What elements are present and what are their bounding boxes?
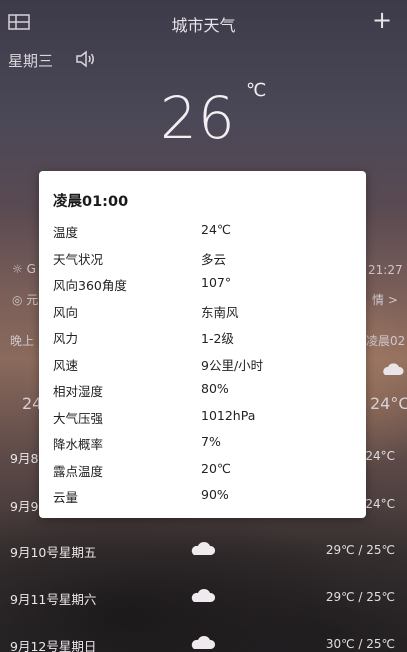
detail-value: 80%	[201, 381, 229, 396]
current-temperature: 26	[160, 84, 236, 152]
top-bar: 城市天气 +	[0, 0, 407, 46]
temperature-unit: ℃	[246, 80, 267, 101]
forecast-day: 9月10号星期五	[10, 545, 97, 560]
detail-key: 云量	[53, 490, 79, 505]
forecast-row[interactable]: 9月12号星期日 30℃ / 25℃	[0, 630, 407, 652]
forecast-day: 9月12号星期日	[10, 639, 97, 652]
detail-value: 7%	[201, 434, 221, 449]
detail-key: 风向	[53, 304, 79, 320]
bg-details-link: 情 >	[372, 293, 398, 307]
detail-row: 风速 9公里/小时	[39, 351, 366, 377]
cloud-icon	[191, 636, 215, 649]
detail-row: 风向360角度 107°	[39, 271, 366, 297]
page-title: 城市天气	[171, 16, 236, 35]
detail-row: 相对湿度 80%	[39, 377, 366, 403]
detail-key: 温度	[53, 225, 79, 240]
forecast-day: 9月8	[10, 451, 39, 466]
cloud-icon	[191, 589, 215, 602]
forecast-day: 9月9	[10, 499, 39, 514]
detail-row: 露点温度 20℃	[39, 457, 366, 483]
detail-value: 20℃	[201, 460, 231, 476]
detail-key: 天气状况	[53, 251, 104, 267]
forecast-range: 24°C	[365, 449, 395, 463]
detail-value: 24℃	[201, 222, 231, 237]
detail-row: 降水概率 7%	[39, 430, 366, 456]
detail-value: 90%	[201, 487, 229, 502]
add-city-button[interactable]: +	[369, 8, 395, 34]
forecast-range: 30℃ / 25℃	[325, 637, 395, 651]
detail-key: 风力	[53, 331, 79, 346]
detail-value: 东南风	[201, 304, 239, 320]
detail-row: 风向 东南风	[39, 298, 366, 324]
bg-evening-label: 晚上	[10, 334, 35, 348]
detail-key: 降水概率	[53, 437, 104, 452]
detail-row: 大气压强 1012hPa	[39, 404, 366, 430]
detail-value: 1-2级	[201, 331, 234, 346]
detail-key: 露点温度	[53, 463, 104, 479]
forecast-row[interactable]: 9月10号星期五 29℃ / 25℃	[0, 536, 407, 566]
hourly-detail-dialog: 凌晨01:00 温度 24℃ 天气状况 多云 风向360角度 107° 风向 东…	[39, 171, 366, 518]
dialog-title: 凌晨01:00	[53, 194, 129, 210]
cloud-icon	[191, 542, 215, 555]
detail-key: 风向360角度	[53, 278, 127, 293]
speaker-icon[interactable]	[74, 49, 96, 69]
forecast-day: 9月11号星期六	[10, 592, 97, 607]
detail-row: 天气状况 多云	[39, 245, 366, 271]
detail-value: 9公里/小时	[201, 357, 264, 373]
detail-row: 云量 90%	[39, 483, 366, 509]
detail-key: 相对湿度	[53, 384, 104, 399]
bg-morning-label: 凌晨02	[366, 334, 406, 348]
weekday-label: 星期三	[8, 52, 54, 70]
bg-sun-fragment: ☼ G	[12, 262, 36, 276]
cloud-icon	[383, 363, 404, 375]
detail-value: 1012hPa	[201, 407, 256, 423]
detail-value: 107°	[201, 275, 232, 290]
detail-row: 温度 24℃	[39, 218, 366, 244]
forecast-range: 24°C	[365, 497, 395, 511]
forecast-row[interactable]: 9月11号星期六 29℃ / 25℃	[0, 583, 407, 613]
detail-key: 大气压强	[53, 410, 104, 426]
detail-row: 风力 1-2级	[39, 324, 366, 350]
bg-time-fragment: 21:27	[368, 263, 403, 277]
detail-key: 风速	[53, 357, 79, 373]
bg-right-temp: 24°C	[370, 394, 407, 413]
forecast-range: 29℃ / 25℃	[325, 590, 395, 604]
detail-value: 多云	[201, 251, 227, 267]
bg-row2-fragment: ◎ 元	[12, 293, 39, 307]
forecast-range: 29℃ / 25℃	[325, 543, 395, 557]
